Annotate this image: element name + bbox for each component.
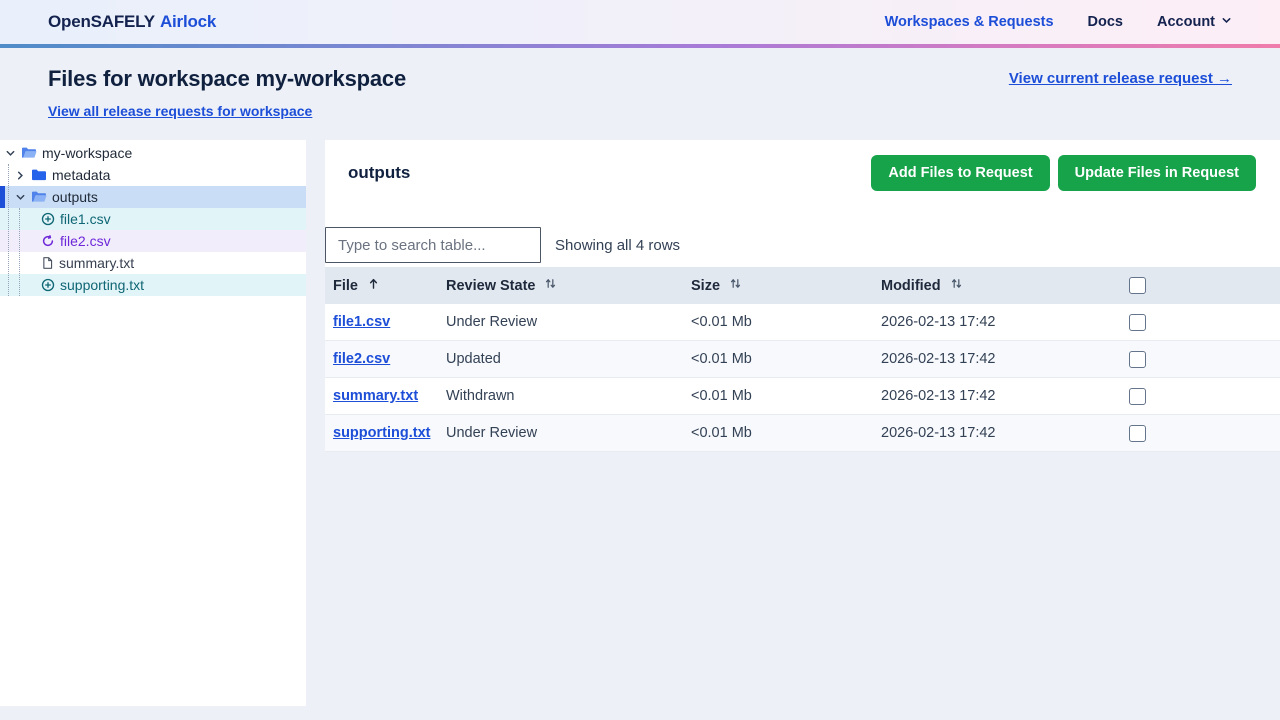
table-row: file1.csv Under Review <0.01 Mb 2026-02-… <box>325 304 1280 341</box>
update-files-in-request-button[interactable]: Update Files in Request <box>1058 155 1256 191</box>
brand-logo[interactable]: OpenSAFELY Airlock <box>48 12 216 32</box>
column-header-size[interactable]: Size <box>683 277 873 294</box>
nav-links: Workspaces & Requests Docs Account <box>885 14 1232 30</box>
nav-workspaces-requests[interactable]: Workspaces & Requests <box>885 14 1054 30</box>
table-row: summary.txt Withdrawn <0.01 Mb 2026-02-1… <box>325 378 1280 415</box>
view-current-release-request-link[interactable]: View current release request → <box>1009 66 1232 87</box>
table-header-row: File Review State Size <box>325 267 1280 304</box>
table-row: file2.csv Updated <0.01 Mb 2026-02-13 17… <box>325 341 1280 378</box>
size-cell: <0.01 Mb <box>683 425 873 441</box>
tree-item-file2-csv[interactable]: file2.csv <box>0 230 306 252</box>
tree-item-my-workspace[interactable]: my-workspace <box>0 142 306 164</box>
add-files-to-request-button[interactable]: Add Files to Request <box>871 155 1049 191</box>
size-cell: <0.01 Mb <box>683 388 873 404</box>
page-title: Files for workspace my-workspace <box>48 66 406 92</box>
column-header-review-state[interactable]: Review State <box>438 277 683 294</box>
chevron-down-icon[interactable] <box>4 148 16 159</box>
content-area: my-workspace metadata o <box>0 140 1280 706</box>
sort-toggle-icon <box>544 277 557 294</box>
size-cell: <0.01 Mb <box>683 314 873 330</box>
file-icon <box>41 256 54 270</box>
file-link[interactable]: summary.txt <box>333 388 418 404</box>
sort-toggle-icon <box>950 277 963 294</box>
sort-ascending-icon <box>367 277 380 294</box>
tree-item-summary-txt[interactable]: summary.txt <box>0 252 306 274</box>
tree-item-label: metadata <box>52 167 110 183</box>
select-all-checkbox[interactable] <box>1129 277 1146 294</box>
directory-panel: outputs Add Files to Request Update File… <box>325 140 1280 452</box>
modified-cell: 2026-02-13 17:42 <box>873 388 1121 404</box>
circle-plus-icon <box>41 278 55 292</box>
page-header: Files for workspace my-workspace View cu… <box>0 48 1280 140</box>
row-checkbox[interactable] <box>1129 351 1146 368</box>
brand-secondary: Airlock <box>160 12 216 32</box>
brand-primary: OpenSAFELY <box>48 12 155 32</box>
size-cell: <0.01 Mb <box>683 351 873 367</box>
column-header-modified[interactable]: Modified <box>873 277 1121 294</box>
top-navbar: OpenSAFELY Airlock Workspaces & Requests… <box>0 0 1280 44</box>
rotate-updated-icon <box>41 234 55 248</box>
table-row: supporting.txt Under Review <0.01 Mb 202… <box>325 415 1280 452</box>
column-header-file[interactable]: File <box>325 277 438 294</box>
file-tree-sidebar: my-workspace metadata o <box>0 140 306 706</box>
review-state-cell: Under Review <box>438 314 683 330</box>
review-state-cell: Updated <box>438 351 683 367</box>
review-state-cell: Withdrawn <box>438 388 683 404</box>
file-link[interactable]: supporting.txt <box>333 425 430 441</box>
sort-toggle-icon <box>729 277 742 294</box>
nav-account-label: Account <box>1157 14 1215 30</box>
tree-indent-guide <box>8 164 9 296</box>
tree-item-file1-csv[interactable]: file1.csv <box>0 208 306 230</box>
modified-cell: 2026-02-13 17:42 <box>873 425 1121 441</box>
tree-item-label: file2.csv <box>60 233 111 249</box>
tree-item-label: my-workspace <box>42 145 132 161</box>
tree-item-label: outputs <box>52 189 98 205</box>
chevron-down-icon[interactable] <box>14 192 26 203</box>
file-link[interactable]: file1.csv <box>333 314 390 330</box>
directory-title: outputs <box>348 163 410 183</box>
nav-account-menu[interactable]: Account <box>1157 14 1232 30</box>
chevron-right-icon[interactable] <box>14 170 26 181</box>
tree-item-label: file1.csv <box>60 211 111 227</box>
circle-plus-icon <box>41 212 55 226</box>
tree-item-label: summary.txt <box>59 255 134 271</box>
row-checkbox[interactable] <box>1129 388 1146 405</box>
folder-closed-icon <box>31 168 47 182</box>
tree-item-supporting-txt[interactable]: supporting.txt <box>0 274 306 296</box>
folder-open-icon <box>31 190 47 204</box>
tree-item-label: supporting.txt <box>60 277 144 293</box>
modified-cell: 2026-02-13 17:42 <box>873 314 1121 330</box>
row-checkbox[interactable] <box>1129 314 1146 331</box>
tree-item-outputs[interactable]: outputs <box>0 186 306 208</box>
file-link[interactable]: file2.csv <box>333 351 390 367</box>
row-checkbox[interactable] <box>1129 425 1146 442</box>
chevron-down-icon <box>1221 14 1232 30</box>
modified-cell: 2026-02-13 17:42 <box>873 351 1121 367</box>
nav-docs[interactable]: Docs <box>1088 14 1123 30</box>
row-count-text: Showing all 4 rows <box>555 237 680 254</box>
column-header-select-all <box>1121 277 1280 294</box>
folder-open-icon <box>21 146 37 160</box>
table-search-input[interactable] <box>325 227 541 263</box>
review-state-cell: Under Review <box>438 425 683 441</box>
view-all-release-requests-link[interactable]: View all release requests for workspace <box>48 103 312 119</box>
files-table: File Review State Size <box>325 267 1280 452</box>
tree-item-metadata[interactable]: metadata <box>0 164 306 186</box>
tree-indent-guide <box>19 208 20 296</box>
